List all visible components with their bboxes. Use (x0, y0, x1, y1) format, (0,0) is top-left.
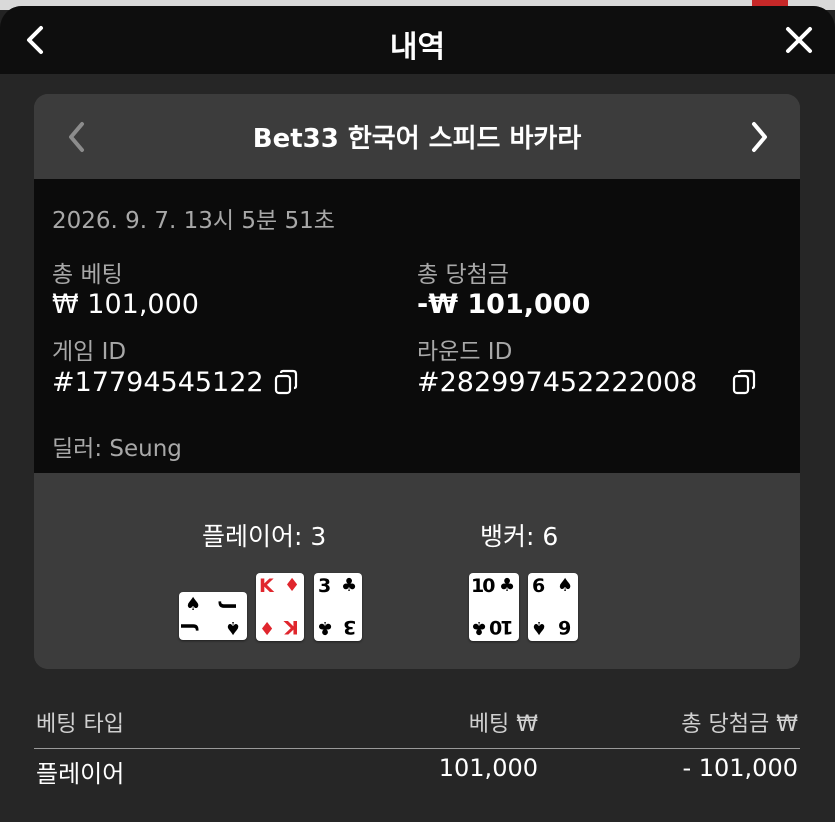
player-card-3-suit-bottom: ♣ (317, 617, 334, 638)
row-total-win: - 101,000 (682, 754, 798, 782)
close-icon[interactable] (783, 24, 815, 56)
modal-title: 내역 (389, 30, 446, 65)
round-result-panel: 플레이어: 3 뱅커: 6 ♠ J J ♠ K ♦ ♦ K 3 ♣ ♣ 3 10… (34, 473, 800, 669)
row-bet-amount: 101,000 (438, 754, 538, 782)
game-id-value: #17794545122 (52, 367, 264, 398)
banker-card-1-suit: ♣ (499, 575, 516, 596)
player-card-2-rank: K (259, 575, 274, 597)
card-header: Bet33 한국어 스피드 바카라 (34, 94, 800, 179)
column-header-bet: 베팅 ₩ (468, 712, 538, 737)
round-detail-card: Bet33 한국어 스피드 바카라 2026. 9. 7. 13시 5분 51초… (34, 94, 800, 669)
player-card-1-suit-bottom: ♠ (225, 617, 242, 638)
player-card-1: ♠ J J ♠ (179, 592, 247, 640)
total-win-value: -₩ 101,000 (417, 289, 591, 320)
banker-card-2-suit-bottom: ♠ (531, 617, 548, 638)
dealer-name: 딜러: Seung (52, 436, 182, 462)
banker-card-1: 10 ♣ ♣ 10 (469, 573, 519, 641)
bet-info-panel: 2026. 9. 7. 13시 5분 51초 총 베팅 ₩ 101,000 총 … (34, 179, 800, 473)
bet-datetime: 2026. 9. 7. 13시 5분 51초 (52, 208, 335, 234)
total-win-label: 총 당첨금 (417, 262, 509, 288)
round-id-label: 라운드 ID (417, 339, 513, 365)
player-card-3-rank: 3 (318, 575, 332, 597)
player-card-2-suit: ♦ (284, 575, 301, 596)
next-round-icon[interactable] (744, 120, 774, 154)
modal-header: 내역 (0, 6, 835, 74)
column-header-bet-type: 베팅 타입 (36, 712, 124, 737)
copy-game-id-icon[interactable] (274, 369, 298, 395)
player-card-2-suit-bottom: ♦ (259, 617, 276, 638)
game-title: Bet33 한국어 스피드 바카라 (252, 124, 582, 154)
banker-card-1-rank: 10 (471, 575, 495, 597)
player-card-2-rank-bottom: K (284, 616, 299, 638)
banker-card-2: 6 ♠ ♠ 6 (528, 573, 578, 641)
banker-card-2-rank: 6 (532, 575, 546, 597)
banker-score: 뱅커: 6 (480, 522, 559, 551)
banker-card-1-rank-bottom: 10 (491, 616, 514, 638)
player-card-3-rank-bottom: 3 (343, 616, 357, 638)
column-header-total-win: 총 당첨금 ₩ (681, 712, 798, 737)
banker-card-2-suit: ♠ (557, 575, 574, 596)
player-card-3: 3 ♣ ♣ 3 (314, 573, 362, 641)
banker-card-2-rank-bottom: 6 (558, 616, 572, 638)
copy-round-id-icon[interactable] (732, 369, 756, 395)
player-card-1-suit: ♠ (185, 594, 202, 615)
player-card-3-suit: ♣ (341, 575, 358, 596)
history-modal: 내역 Bet33 한국어 스피드 바카라 2026. 9. 7. 13시 5분 … (0, 6, 835, 822)
game-id-label: 게임 ID (52, 339, 127, 365)
round-id-value: #282997452222008 (417, 367, 698, 398)
total-bet-label: 총 베팅 (52, 262, 123, 288)
banker-card-1-suit-bottom: ♣ (471, 617, 488, 638)
player-score: 플레이어: 3 (202, 522, 327, 551)
table-divider (34, 748, 800, 749)
player-card-2: K ♦ ♦ K (256, 573, 304, 641)
player-card-1-rank: J (217, 602, 240, 610)
player-card-1-rank-bottom: J (179, 622, 200, 630)
row-bet-type: 플레이어 (36, 760, 125, 788)
total-bet-value: ₩ 101,000 (52, 289, 199, 320)
